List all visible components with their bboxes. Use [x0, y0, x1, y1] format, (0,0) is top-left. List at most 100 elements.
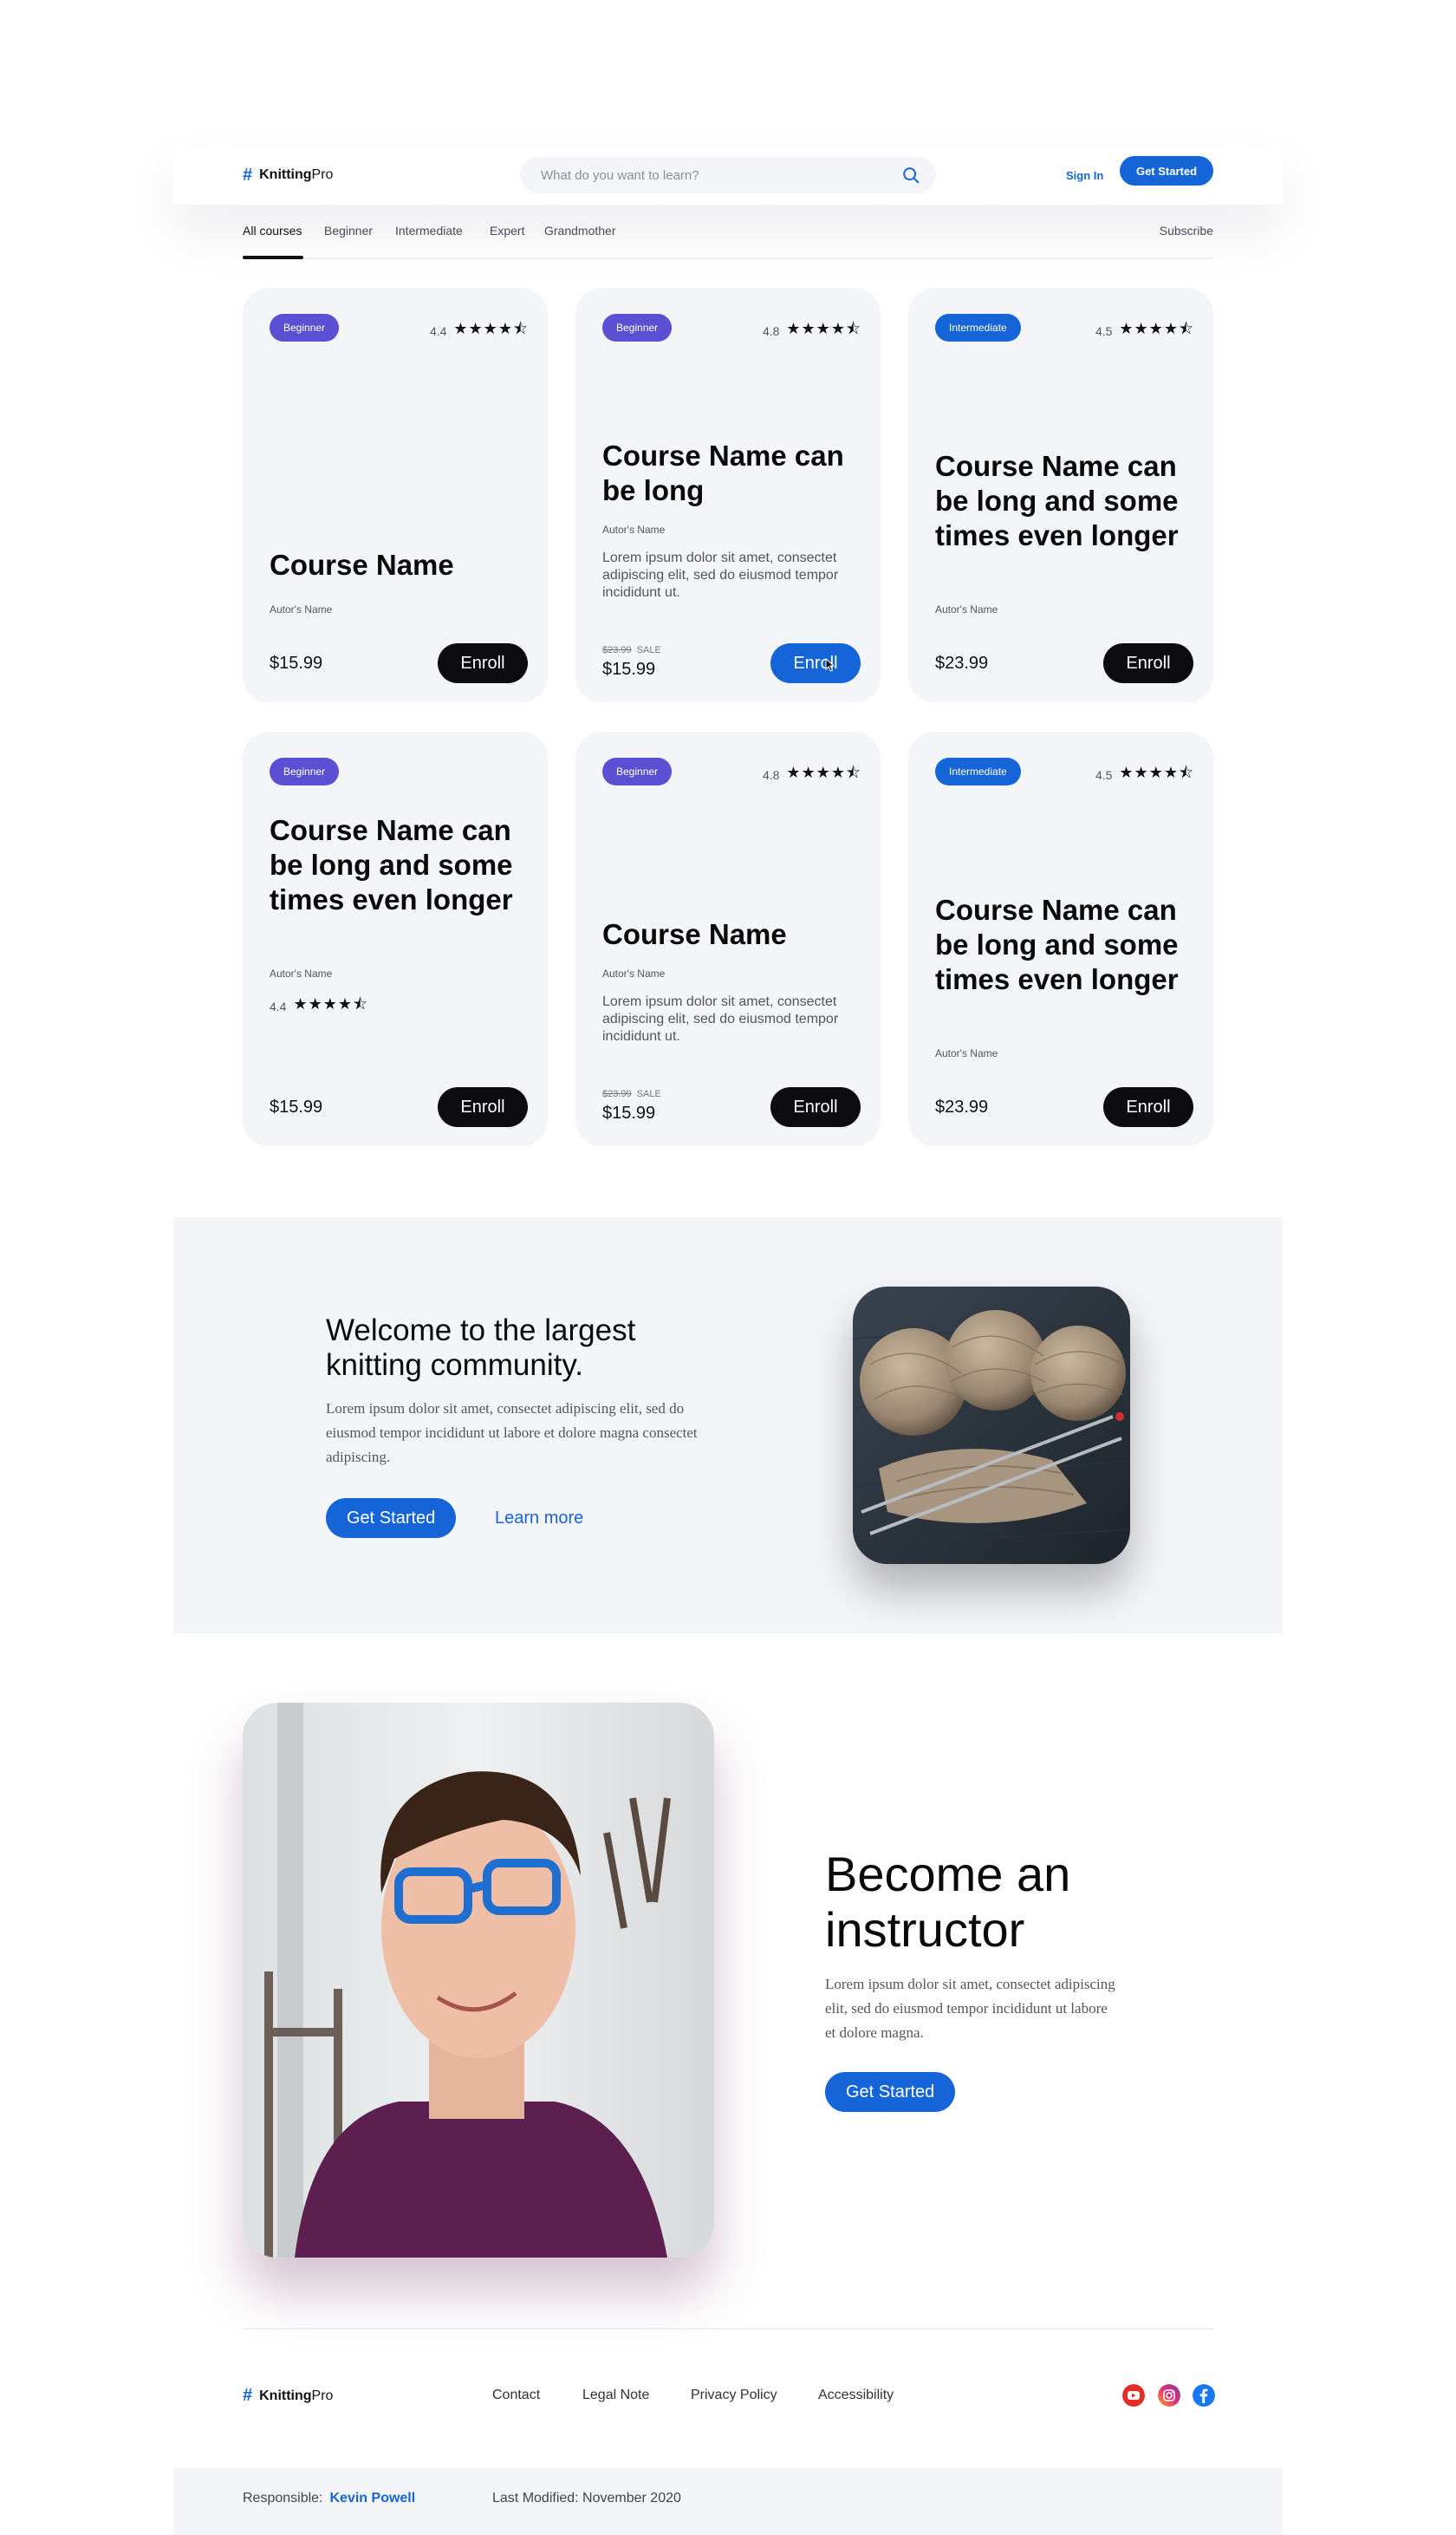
course-card[interactable]: Intermediate 4.5 ★★★★⯪ Course Name can b… — [908, 288, 1213, 702]
sign-in-link[interactable]: Sign In — [1066, 146, 1103, 205]
course-card[interactable]: Beginner 4.8 ★★★★⯪ Course Name Autor's N… — [575, 732, 881, 1146]
tab-expert[interactable]: Expert — [490, 224, 524, 238]
brand-logo[interactable]: # KnittingPro — [243, 146, 333, 205]
strikethrough-price: $23.99 — [602, 1089, 632, 1099]
course-title[interactable]: Course Name can be long and some times e… — [935, 893, 1195, 997]
subscribe-link[interactable]: Subscribe — [1160, 224, 1213, 238]
course-author: Autor's Name — [935, 603, 998, 616]
course-title[interactable]: Course Name — [602, 917, 862, 952]
course-price: $23.99 — [935, 654, 989, 673]
search-icon[interactable] — [901, 166, 920, 185]
course-card[interactable]: Intermediate 4.5 ★★★★⯪ Course Name can b… — [908, 732, 1213, 1146]
course-author: Autor's Name — [270, 603, 333, 616]
community-heading: Welcome to the largest knitting communit… — [326, 1313, 636, 1382]
course-card[interactable]: Beginner 4.4 ★★★★⯪ Course Name Autor's N… — [243, 288, 548, 702]
instructor-body: Lorem ipsum dolor sit amet, consectet ad… — [825, 1976, 1115, 2041]
course-price: $15.99 — [602, 660, 656, 679]
original-price: $23.99 SALE — [602, 1089, 661, 1099]
mouse-pointer-icon — [825, 658, 835, 672]
course-filter-tabs: All courses Beginner Intermediate Expert… — [243, 221, 1213, 259]
course-rating: 4.5 ★★★★⯪ — [1095, 762, 1194, 788]
yarn-balls-image — [853, 1287, 1130, 1564]
star-rating-icon: ★★★★⯪ — [1119, 764, 1194, 781]
course-author: Autor's Name — [270, 968, 333, 980]
footer-link-accessibility[interactable]: Accessibility — [818, 2388, 894, 2403]
learn-more-link[interactable]: Learn more — [495, 1509, 583, 1528]
course-rating: 4.4 ★★★★⯪ — [430, 318, 529, 344]
rating-value: 4.5 — [1095, 324, 1113, 338]
level-badge: Beginner — [270, 758, 340, 785]
course-card[interactable]: Beginner Course Name can be long and som… — [243, 732, 548, 1146]
level-badge: Beginner — [270, 314, 340, 342]
enroll-button[interactable]: Enroll — [1103, 1087, 1193, 1127]
course-rating: 4.8 ★★★★⯪ — [763, 762, 861, 788]
sale-label: SALE — [636, 645, 661, 655]
brand-name-light: Pro — [311, 167, 334, 182]
course-price: $15.99 — [270, 654, 323, 673]
search-input[interactable] — [541, 167, 901, 183]
course-author: Autor's Name — [602, 524, 666, 536]
course-author: Autor's Name — [935, 1047, 998, 1059]
star-rating-icon: ★★★★⯪ — [453, 320, 529, 337]
footer-bottom-bar: Responsible: Kevin Powell Last Modified: … — [173, 2467, 1283, 2535]
responsible-label: Responsible: — [243, 2491, 323, 2506]
course-price: $15.99 — [270, 1098, 323, 1117]
course-rating: 4.8 ★★★★⯪ — [763, 318, 861, 344]
tab-all-courses[interactable]: All courses — [243, 224, 302, 238]
level-badge: Beginner — [602, 758, 673, 785]
star-rating-icon: ★★★★⯪ — [786, 764, 861, 781]
tab-grandmother[interactable]: Grandmother — [544, 224, 615, 238]
youtube-icon[interactable] — [1122, 2384, 1145, 2407]
enroll-button[interactable]: Enroll — [770, 643, 861, 683]
header-get-started-button[interactable]: Get Started — [1120, 156, 1213, 186]
sale-label: SALE — [636, 1089, 661, 1099]
instructor-portrait-image — [243, 1703, 714, 2258]
rating-value: 4.4 — [429, 324, 447, 338]
enroll-button[interactable]: Enroll — [1103, 643, 1193, 683]
search-bar[interactable] — [520, 157, 936, 193]
responsible-name-link[interactable]: Kevin Powell — [330, 2491, 416, 2506]
course-card[interactable]: Beginner 4.8 ★★★★⯪ Course Name can be lo… — [575, 288, 881, 702]
footer-link-legal-note[interactable]: Legal Note — [582, 2388, 649, 2403]
tab-beginner[interactable]: Beginner — [324, 224, 373, 238]
instructor-get-started-button[interactable]: Get Started — [825, 2072, 956, 2112]
hash-logo-icon: # — [243, 2386, 253, 2405]
course-title[interactable]: Course Name can be long — [602, 439, 862, 508]
course-price: $23.99 — [935, 1098, 989, 1117]
course-description: Lorem ipsum dolor sit amet, consectet ad… — [602, 994, 839, 1044]
course-title[interactable]: Course Name — [270, 548, 530, 583]
yarn-photo — [853, 1287, 1130, 1564]
rating-value: 4.5 — [1095, 768, 1113, 782]
enroll-button[interactable]: Enroll — [770, 1087, 861, 1127]
rating-value: 4.8 — [762, 324, 780, 338]
community-body: Lorem ipsum dolor sit amet, consectet ad… — [326, 1400, 698, 1465]
facebook-icon[interactable] — [1193, 2384, 1215, 2407]
instructor-photo — [243, 1703, 714, 2258]
footer-link-privacy-policy[interactable]: Privacy Policy — [691, 2388, 777, 2403]
rating-value: 4.4 — [270, 1000, 287, 1013]
course-author: Autor's Name — [602, 968, 666, 980]
original-price: $23.99 SALE — [602, 645, 661, 655]
star-rating-icon: ★★★★⯪ — [293, 995, 369, 1013]
community-get-started-button[interactable]: Get Started — [326, 1498, 457, 1538]
enroll-button[interactable]: Enroll — [438, 1087, 528, 1127]
site-header: # KnittingPro Sign In Get Started — [173, 146, 1283, 205]
course-description: Lorem ipsum dolor sit amet, consectet ad… — [602, 551, 839, 600]
tab-intermediate[interactable]: Intermediate — [395, 224, 463, 238]
brand-name-light: Pro — [311, 2388, 334, 2403]
enroll-button[interactable]: Enroll — [438, 643, 528, 683]
level-badge: Intermediate — [935, 758, 1021, 785]
rating-value: 4.8 — [762, 768, 780, 782]
brand-name-bold: Knitting — [259, 2388, 312, 2403]
footer-brand-logo[interactable]: # KnittingPro — [243, 2386, 333, 2406]
course-rating: 4.4 ★★★★⯪ — [270, 994, 368, 1020]
strikethrough-price: $23.99 — [602, 645, 632, 655]
star-rating-icon: ★★★★⯪ — [1119, 320, 1194, 337]
course-title[interactable]: Course Name can be long and some times e… — [935, 449, 1195, 553]
course-title[interactable]: Course Name can be long and some times e… — [270, 813, 530, 917]
footer-divider — [243, 2328, 1213, 2330]
last-modified: Last Modified: November 2020 — [492, 2491, 681, 2506]
footer-link-contact[interactable]: Contact — [492, 2388, 540, 2403]
instagram-icon[interactable] — [1158, 2384, 1180, 2407]
active-tab-indicator — [243, 256, 303, 259]
